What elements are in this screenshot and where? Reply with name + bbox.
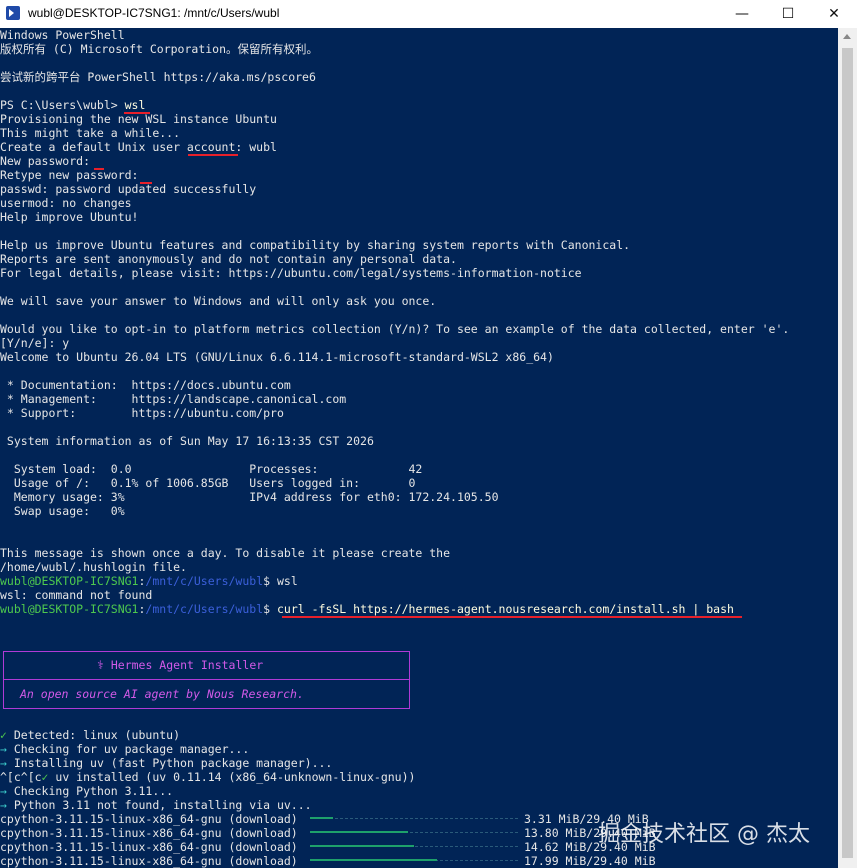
terminal-line: * Management: https://landscape.canonica… <box>0 392 347 406</box>
bash-prompt-user: wubl@DESKTOP-IC7SNG1 <box>0 574 139 588</box>
terminal-line: New password: <box>0 154 91 168</box>
terminal-line: Usage of /: 0.1% of 1006.85GB Users logg… <box>0 476 416 490</box>
detected-text: Detected: linux (ubuntu) <box>6 728 181 742</box>
terminal-line: wubl@DESKTOP-IC7SNG1:/mnt/c/Users/wubl$ … <box>0 602 734 616</box>
download-label: cpython-3.11.15-linux-x86_64-gnu (downlo… <box>0 826 298 840</box>
terminal-line: Help improve Ubuntu! <box>0 210 139 224</box>
banner-subtitle: An open source AI agent by Nous Research… <box>20 687 304 701</box>
powershell-icon <box>6 6 20 20</box>
terminal-line: For legal details, please visit: https:/… <box>0 266 582 280</box>
terminal-line: Provisioning the new WSL instance Ubuntu <box>0 112 277 126</box>
terminal-output[interactable]: Windows PowerShell 版权所有 (C) Microsoft Co… <box>0 28 838 868</box>
status-text: Checking for uv package manager... <box>6 742 250 756</box>
terminal-line: Welcome to Ubuntu 26.04 LTS (GNU/Linux 6… <box>0 350 554 364</box>
installer-banner: ⚕ Hermes Agent Installer An open source … <box>3 651 410 709</box>
bash-prompt-dollar: $ <box>263 602 277 616</box>
status-text: Checking Python 3.11... <box>6 784 174 798</box>
scrollbar-thumb[interactable] <box>842 48 853 858</box>
terminal-line: Retype new password: <box>0 168 139 182</box>
terminal-line: → Checking for uv package manager... <box>0 742 249 756</box>
bash-prompt-dollar: $ <box>263 574 277 588</box>
status-text: Python 3.11 not found, installing via uv… <box>6 798 312 812</box>
status-text: Installing uv (fast Python package manag… <box>6 756 333 770</box>
typed-command: wsl <box>276 574 298 588</box>
terminal-line: ✓ Detected: linux (ubuntu) <box>0 728 180 742</box>
vertical-scrollbar[interactable] <box>838 28 857 868</box>
terminal-line: passwd: password updated successfully <box>0 182 257 196</box>
bash-prompt-user: wubl@DESKTOP-IC7SNG1 <box>0 602 139 616</box>
arrow-icon: → <box>0 756 7 770</box>
arrow-icon: → <box>0 742 7 756</box>
terminal-line: [Y/n/e]: y <box>0 336 70 350</box>
download-row: cpython-3.11.15-linux-x86_64-gnu (downlo… <box>0 840 298 854</box>
ps-prompt: PS C:\Users\wubl> <box>0 98 125 112</box>
annotation-underline <box>140 182 152 184</box>
terminal-line: This message is shown once a day. To dis… <box>0 546 451 560</box>
curl-command: curl -fsSL https://hermes-agent.nousrese… <box>276 602 734 616</box>
terminal-line: /home/wubl/.hushlogin file. <box>0 560 187 574</box>
terminal-line: This might take a while... <box>0 126 181 140</box>
banner-divider <box>4 679 409 680</box>
terminal-line: 版权所有 (C) Microsoft Corporation。保留所有权利。 <box>0 42 319 56</box>
escape-seq: ^[c^[c <box>0 770 42 784</box>
progress-fill <box>310 859 437 861</box>
watermark: 掘金技术社区 @ 杰太 <box>598 822 810 847</box>
terminal-line: wsl: command not found <box>0 588 153 602</box>
download-size: 17.99 MiB/29.40 MiB <box>524 854 656 868</box>
arrow-icon: → <box>0 784 7 798</box>
progress-fill <box>310 817 333 819</box>
terminal-line: 尝试新的跨平台 PowerShell https://aka.ms/pscore… <box>0 70 316 84</box>
terminal-line: → Python 3.11 not found, installing via … <box>0 798 312 812</box>
scroll-up-icon[interactable] <box>843 34 851 39</box>
terminal-line: System load: 0.0 Processes: 42 <box>0 462 423 476</box>
terminal-line: Swap usage: 0% <box>0 504 125 518</box>
title-bar[interactable]: wubl@DESKTOP-IC7SNG1: /mnt/c/Users/wubl … <box>0 0 857 28</box>
window-title: wubl@DESKTOP-IC7SNG1: /mnt/c/Users/wubl <box>28 6 280 20</box>
annotation-underline <box>124 112 150 114</box>
terminal-line: * Support: https://ubuntu.com/pro <box>0 406 284 420</box>
maximize-button[interactable]: ☐ <box>765 0 811 28</box>
progress-fill <box>310 845 414 847</box>
terminal-line: → Installing uv (fast Python package man… <box>0 756 332 770</box>
download-label: cpython-3.11.15-linux-x86_64-gnu (downlo… <box>0 840 298 854</box>
terminal-line: System information as of Sun May 17 16:1… <box>0 434 374 448</box>
terminal-line: Memory usage: 3% IPv4 address for eth0: … <box>0 490 499 504</box>
check-icon: ✓ <box>0 728 7 742</box>
annotation-underline <box>282 616 742 618</box>
download-label: cpython-3.11.15-linux-x86_64-gnu (downlo… <box>0 854 298 868</box>
download-row: cpython-3.11.15-linux-x86_64-gnu (downlo… <box>0 812 305 826</box>
annotation-underline <box>94 168 104 170</box>
terminal-line: PS C:\Users\wubl> wsl <box>0 98 145 112</box>
terminal-line: Help us improve Ubuntu features and comp… <box>0 238 631 252</box>
terminal-line: ^[c^[c✓ uv installed (uv 0.11.14 (x86_64… <box>0 770 415 784</box>
arrow-icon: → <box>0 798 7 812</box>
download-label: cpython-3.11.15-linux-x86_64-gnu (downlo… <box>0 812 305 826</box>
terminal-line: * Documentation: https://docs.ubuntu.com <box>0 378 291 392</box>
progress-track <box>310 818 518 820</box>
annotation-underline <box>188 154 238 156</box>
download-row: cpython-3.11.15-linux-x86_64-gnu (downlo… <box>0 826 298 840</box>
minimize-button[interactable]: — <box>719 0 765 28</box>
terminal-line: Would you like to opt-in to platform met… <box>0 322 790 336</box>
terminal-line: usermod: no changes <box>0 196 132 210</box>
bash-prompt-path: /mnt/c/Users/wubl <box>145 574 264 588</box>
terminal-line: Create a default Unix user account: wubl <box>0 140 277 154</box>
progress-fill <box>310 831 408 833</box>
typed-command: wsl <box>124 98 146 112</box>
terminal-line: We will save your answer to Windows and … <box>0 294 437 308</box>
terminal-line: Windows PowerShell <box>0 28 125 42</box>
status-text: uv installed (uv 0.11.14 (x86_64-unknown… <box>48 770 416 784</box>
banner-title: ⚕ Hermes Agent Installer <box>97 658 264 672</box>
bash-prompt-path: /mnt/c/Users/wubl <box>145 602 264 616</box>
terminal-line: Reports are sent anonymously and do not … <box>0 252 457 266</box>
download-row: cpython-3.11.15-linux-x86_64-gnu (downlo… <box>0 854 298 868</box>
terminal-line: wubl@DESKTOP-IC7SNG1:/mnt/c/Users/wubl$ … <box>0 574 298 588</box>
terminal-line: → Checking Python 3.11... <box>0 784 173 798</box>
close-button[interactable]: ✕ <box>811 0 857 28</box>
